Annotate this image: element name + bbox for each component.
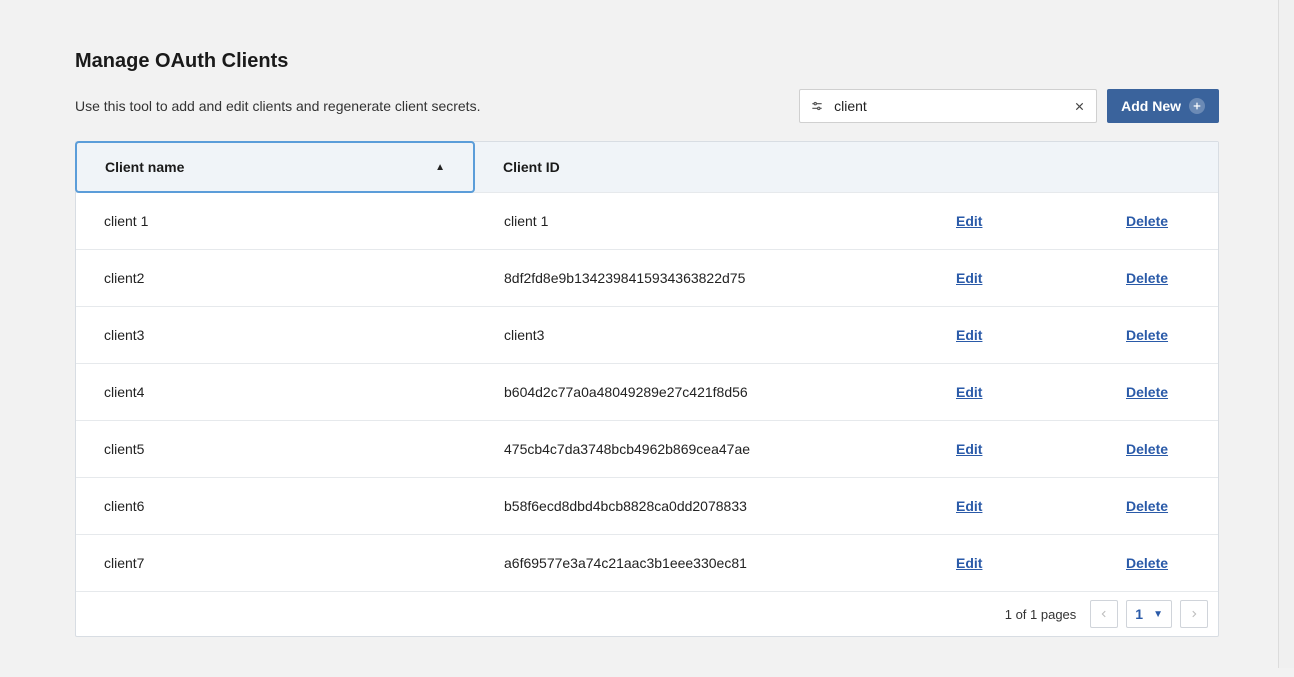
table-footer: 1 of 1 pages 1 ▼: [76, 591, 1218, 636]
cell-edit: Edit: [928, 250, 1098, 306]
cell-client-name: client 1: [76, 193, 476, 249]
table-row: client 1client 1 Edit Delete: [76, 192, 1218, 249]
column-header-client-id[interactable]: Client ID: [475, 142, 1218, 192]
plus-circle-icon: [1189, 98, 1205, 114]
edit-link[interactable]: Edit: [956, 327, 982, 343]
edit-link[interactable]: Edit: [956, 384, 982, 400]
pagination-next-button[interactable]: [1180, 600, 1208, 628]
clients-table: Client name ▲ Client ID client 1client 1…: [75, 141, 1219, 637]
table-row: client4b604d2c77a0a48049289e27c421f8d56 E…: [76, 363, 1218, 420]
cell-client-id: a6f69577e3a74c21aac3b1eee330ec81: [476, 535, 928, 591]
cell-delete: Delete: [1098, 250, 1218, 306]
delete-link[interactable]: Delete: [1126, 555, 1168, 571]
cell-client-id: 8df2fd8e9b1342398415934363822d75: [476, 250, 928, 306]
cell-delete: Delete: [1098, 535, 1218, 591]
vertical-scrollbar[interactable]: [1278, 0, 1294, 668]
cell-edit: Edit: [928, 307, 1098, 363]
delete-link[interactable]: Delete: [1126, 384, 1168, 400]
cell-delete: Delete: [1098, 421, 1218, 477]
delete-link[interactable]: Delete: [1126, 498, 1168, 514]
chevron-right-icon: [1189, 609, 1199, 619]
pagination-page-select[interactable]: 1 ▼: [1126, 600, 1172, 628]
page-container: Manage OAuth Clients Use this tool to ad…: [0, 0, 1294, 677]
table-row: client28df2fd8e9b1342398415934363822d75 E…: [76, 249, 1218, 306]
filter-icon: [808, 97, 826, 115]
search-clear-button[interactable]: [1070, 97, 1088, 115]
table-row: client3client3 Edit Delete: [76, 306, 1218, 363]
edit-link[interactable]: Edit: [956, 555, 982, 571]
cell-client-name: client4: [76, 364, 476, 420]
chevron-left-icon: [1099, 609, 1109, 619]
page-subtitle: Use this tool to add and edit clients an…: [75, 98, 480, 114]
delete-link[interactable]: Delete: [1126, 441, 1168, 457]
column-header-id-label: Client ID: [503, 159, 560, 175]
search-box[interactable]: [799, 89, 1097, 123]
cell-edit: Edit: [928, 478, 1098, 534]
cell-edit: Edit: [928, 193, 1098, 249]
edit-link[interactable]: Edit: [956, 270, 982, 286]
cell-client-name: client2: [76, 250, 476, 306]
column-header-client-name[interactable]: Client name ▲: [75, 141, 475, 193]
toolbar-row: Use this tool to add and edit clients an…: [75, 89, 1219, 123]
toolbar-right: Add New: [799, 89, 1219, 123]
pagination-prev-button[interactable]: [1090, 600, 1118, 628]
cell-delete: Delete: [1098, 364, 1218, 420]
delete-link[interactable]: Delete: [1126, 213, 1168, 229]
search-input[interactable]: [826, 98, 1070, 114]
cell-client-id: b604d2c77a0a48049289e27c421f8d56: [476, 364, 928, 420]
cell-client-id: client 1: [476, 193, 928, 249]
pagination-current-page: 1: [1135, 606, 1143, 622]
cell-client-id: 475cb4c7da3748bcb4962b869cea47ae: [476, 421, 928, 477]
cell-delete: Delete: [1098, 193, 1218, 249]
cell-delete: Delete: [1098, 478, 1218, 534]
cell-client-name: client7: [76, 535, 476, 591]
page-title: Manage OAuth Clients: [75, 50, 1219, 73]
sort-ascending-icon: ▲: [435, 162, 445, 173]
cell-client-name: client3: [76, 307, 476, 363]
cell-client-id: b58f6ecd8dbd4bcb8828ca0dd2078833: [476, 478, 928, 534]
add-new-label: Add New: [1121, 98, 1181, 114]
pagination-info: 1 of 1 pages: [1005, 607, 1077, 622]
close-icon: [1074, 101, 1085, 112]
table-body: client 1client 1EditDeleteclient28df2fd8…: [76, 192, 1218, 591]
table-row: client5475cb4c7da3748bcb4962b869cea47ae E…: [76, 420, 1218, 477]
table-row: client7a6f69577e3a74c21aac3b1eee330ec81 E…: [76, 534, 1218, 591]
add-new-button[interactable]: Add New: [1107, 89, 1219, 123]
cell-client-name: client6: [76, 478, 476, 534]
edit-link[interactable]: Edit: [956, 441, 982, 457]
delete-link[interactable]: Delete: [1126, 327, 1168, 343]
column-header-name-label: Client name: [105, 159, 184, 175]
delete-link[interactable]: Delete: [1126, 270, 1168, 286]
edit-link[interactable]: Edit: [956, 213, 982, 229]
table-row: client6b58f6ecd8dbd4bcb8828ca0dd2078833 E…: [76, 477, 1218, 534]
cell-client-name: client5: [76, 421, 476, 477]
cell-client-id: client3: [476, 307, 928, 363]
edit-link[interactable]: Edit: [956, 498, 982, 514]
cell-edit: Edit: [928, 421, 1098, 477]
table-header-row: Client name ▲ Client ID: [76, 142, 1218, 192]
cell-delete: Delete: [1098, 307, 1218, 363]
cell-edit: Edit: [928, 535, 1098, 591]
cell-edit: Edit: [928, 364, 1098, 420]
chevron-down-icon: ▼: [1153, 609, 1163, 620]
